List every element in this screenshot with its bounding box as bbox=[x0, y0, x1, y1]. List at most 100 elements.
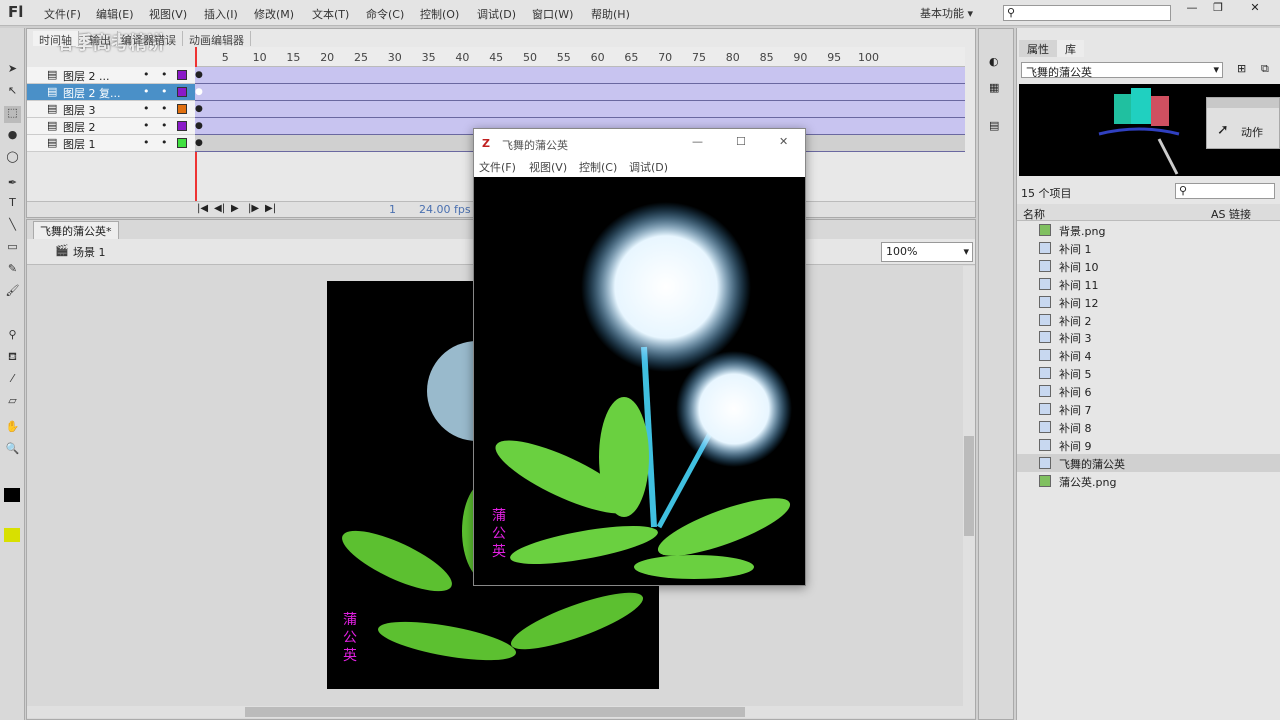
document-tab[interactable]: 飞舞的蒲公英* bbox=[33, 221, 119, 241]
layer-outline-color[interactable] bbox=[177, 70, 187, 80]
minimize-button[interactable]: — bbox=[1180, 1, 1204, 17]
frame-ruler[interactable]: 5 10 15 20 25 30 35 40 45 50 55 60 65 70 75 80 85 90 95 100 bbox=[195, 47, 965, 67]
name-column-header[interactable]: 名称 bbox=[1023, 206, 1045, 222]
library-item[interactable]: 补间 2 bbox=[1017, 311, 1280, 329]
layer-name[interactable]: 图层 1 bbox=[63, 136, 96, 152]
lock-dot[interactable]: • bbox=[161, 136, 168, 149]
layer-outline-color[interactable] bbox=[177, 121, 187, 131]
menu-item[interactable]: 控制(O) bbox=[420, 6, 459, 22]
lasso-tool-icon[interactable]: ◯ bbox=[4, 150, 21, 167]
library-item[interactable]: 背景.png bbox=[1017, 221, 1280, 239]
vertical-scrollbar[interactable] bbox=[963, 266, 975, 706]
lock-dot[interactable]: • bbox=[161, 102, 168, 115]
player-minimize-button[interactable]: — bbox=[692, 135, 703, 148]
playback-control-0[interactable]: |◀ bbox=[197, 203, 208, 214]
new-library-panel-icon[interactable]: ⧉ bbox=[1261, 62, 1269, 76]
tab-timeline-0[interactable]: 时间轴 bbox=[33, 31, 79, 47]
menu-item[interactable]: 帮助(H) bbox=[591, 6, 630, 22]
library-document-select[interactable]: 飞舞的蒲公英 ▾ bbox=[1021, 62, 1223, 79]
menu-item[interactable]: 调试(D) bbox=[477, 6, 516, 22]
visibility-dot[interactable]: • bbox=[143, 68, 150, 81]
layer-frames[interactable]: ● bbox=[195, 67, 965, 84]
library-item[interactable]: 补间 8 bbox=[1017, 418, 1280, 436]
tab-timeline-1[interactable]: 输出 bbox=[83, 31, 118, 47]
library-item[interactable]: 补间 9 bbox=[1017, 436, 1280, 454]
zoom-tool-icon[interactable]: 🔍 bbox=[4, 442, 21, 459]
workspace-switcher[interactable]: 基本功能 ▾ bbox=[920, 5, 973, 21]
layer-frames[interactable]: ● bbox=[195, 84, 965, 101]
library-item[interactable]: 飞舞的蒲公英 bbox=[1017, 453, 1280, 472]
tab-timeline-3[interactable]: 动画编辑器 bbox=[183, 31, 251, 47]
library-search-input[interactable]: ⚲ bbox=[1175, 183, 1275, 199]
zoom-select[interactable]: 100% ▾ bbox=[881, 242, 973, 262]
tab-properties[interactable]: 属性 bbox=[1019, 40, 1057, 57]
layer-name[interactable]: 图层 2 bbox=[63, 119, 96, 135]
player-close-button[interactable]: ✕ bbox=[779, 135, 788, 148]
as-linkage-column-header[interactable]: AS 链接 bbox=[1211, 206, 1251, 222]
menu-item[interactable]: 文件(F) bbox=[44, 6, 81, 22]
stroke-color-swatch[interactable] bbox=[4, 488, 20, 502]
layer-name[interactable]: 图层 3 bbox=[63, 102, 96, 118]
player-menu-item[interactable]: 文件(F) bbox=[479, 159, 516, 175]
tab-timeline-2[interactable]: 编译器错误 bbox=[115, 31, 183, 47]
line-tool-icon[interactable]: ╲ bbox=[4, 218, 21, 235]
3d-rotation-tool-icon[interactable]: ● bbox=[4, 128, 21, 145]
swatches-panel-icon[interactable]: ▦ bbox=[989, 81, 999, 94]
menu-item[interactable]: 窗口(W) bbox=[532, 6, 573, 22]
layer-name[interactable]: 图层 2 复... bbox=[63, 85, 120, 101]
visibility-dot[interactable]: • bbox=[143, 136, 150, 149]
layer-outline-color[interactable] bbox=[177, 87, 187, 97]
playback-control-1[interactable]: ◀| bbox=[214, 203, 225, 214]
playback-control-4[interactable]: ▶| bbox=[265, 203, 276, 214]
pin-library-icon[interactable]: ⊞ bbox=[1237, 62, 1246, 75]
player-menu-item[interactable]: 视图(V) bbox=[529, 159, 567, 175]
menu-item[interactable]: 视图(V) bbox=[149, 6, 187, 22]
text-tool-icon[interactable]: T bbox=[4, 196, 21, 213]
player-menu-item[interactable]: 调试(D) bbox=[629, 159, 668, 175]
hand-tool-icon[interactable]: ✋ bbox=[4, 420, 21, 437]
fill-color-swatch[interactable] bbox=[4, 528, 20, 542]
paint-bucket-tool-icon[interactable]: ⛾ bbox=[4, 350, 21, 367]
layer-name[interactable]: 图层 2 ... bbox=[63, 68, 109, 84]
tab-library[interactable]: 库 bbox=[1057, 40, 1084, 57]
lock-dot[interactable]: • bbox=[161, 85, 168, 98]
library-item[interactable]: 补间 11 bbox=[1017, 275, 1280, 293]
color-panel-icon[interactable]: ◐ bbox=[989, 55, 999, 68]
menu-item[interactable]: 插入(I) bbox=[204, 6, 238, 22]
bone-tool-icon[interactable]: ⚲ bbox=[4, 328, 21, 345]
help-search-input[interactable]: ⚲ bbox=[1003, 5, 1171, 21]
library-item[interactable]: 补间 5 bbox=[1017, 364, 1280, 382]
close-button[interactable]: ✕ bbox=[1240, 1, 1270, 17]
align-panel-icon[interactable]: ▤ bbox=[989, 119, 999, 132]
library-item[interactable]: 补间 6 bbox=[1017, 382, 1280, 400]
pencil-tool-icon[interactable]: ✎ bbox=[4, 262, 21, 279]
playback-control-3[interactable]: |▶ bbox=[248, 203, 259, 214]
layer-row[interactable]: ▤ 图层 3 • • ● bbox=[27, 101, 965, 118]
menu-item[interactable]: 文本(T) bbox=[312, 6, 349, 22]
layer-row[interactable]: ▤ 图层 2 ... • • ● bbox=[27, 67, 965, 84]
current-frame[interactable]: 1 bbox=[389, 203, 396, 216]
library-item[interactable]: 蒲公英.png bbox=[1017, 472, 1280, 490]
library-item[interactable]: 补间 1 bbox=[1017, 239, 1280, 257]
visibility-dot[interactable]: • bbox=[143, 85, 150, 98]
menu-item[interactable]: 修改(M) bbox=[254, 6, 294, 22]
lock-dot[interactable]: • bbox=[161, 119, 168, 132]
scene-breadcrumb[interactable]: 场景 1 bbox=[73, 244, 106, 260]
player-menu-item[interactable]: 控制(C) bbox=[579, 159, 617, 175]
subselection-tool-icon[interactable]: ↖ bbox=[4, 84, 21, 101]
actions-label[interactable]: 动作 bbox=[1241, 124, 1263, 140]
layer-outline-color[interactable] bbox=[177, 104, 187, 114]
frame-rate[interactable]: 24.00 fps bbox=[419, 203, 471, 216]
rectangle-tool-icon[interactable]: ▭ bbox=[4, 240, 21, 257]
menu-item[interactable]: 命令(C) bbox=[366, 6, 404, 22]
restore-button[interactable]: ❐ bbox=[1206, 1, 1230, 17]
actions-icon[interactable]: ➚ bbox=[1217, 122, 1229, 138]
layer-outline-color[interactable] bbox=[177, 138, 187, 148]
library-item[interactable]: 补间 3 bbox=[1017, 328, 1280, 346]
lock-dot[interactable]: • bbox=[161, 68, 168, 81]
eyedropper-tool-icon[interactable]: ⁄ bbox=[4, 372, 21, 389]
layer-frames[interactable]: ● bbox=[195, 101, 965, 118]
pen-tool-icon[interactable]: ✒ bbox=[4, 176, 21, 193]
player-maximize-button[interactable]: ☐ bbox=[736, 135, 746, 148]
menu-item[interactable]: 编辑(E) bbox=[96, 6, 134, 22]
